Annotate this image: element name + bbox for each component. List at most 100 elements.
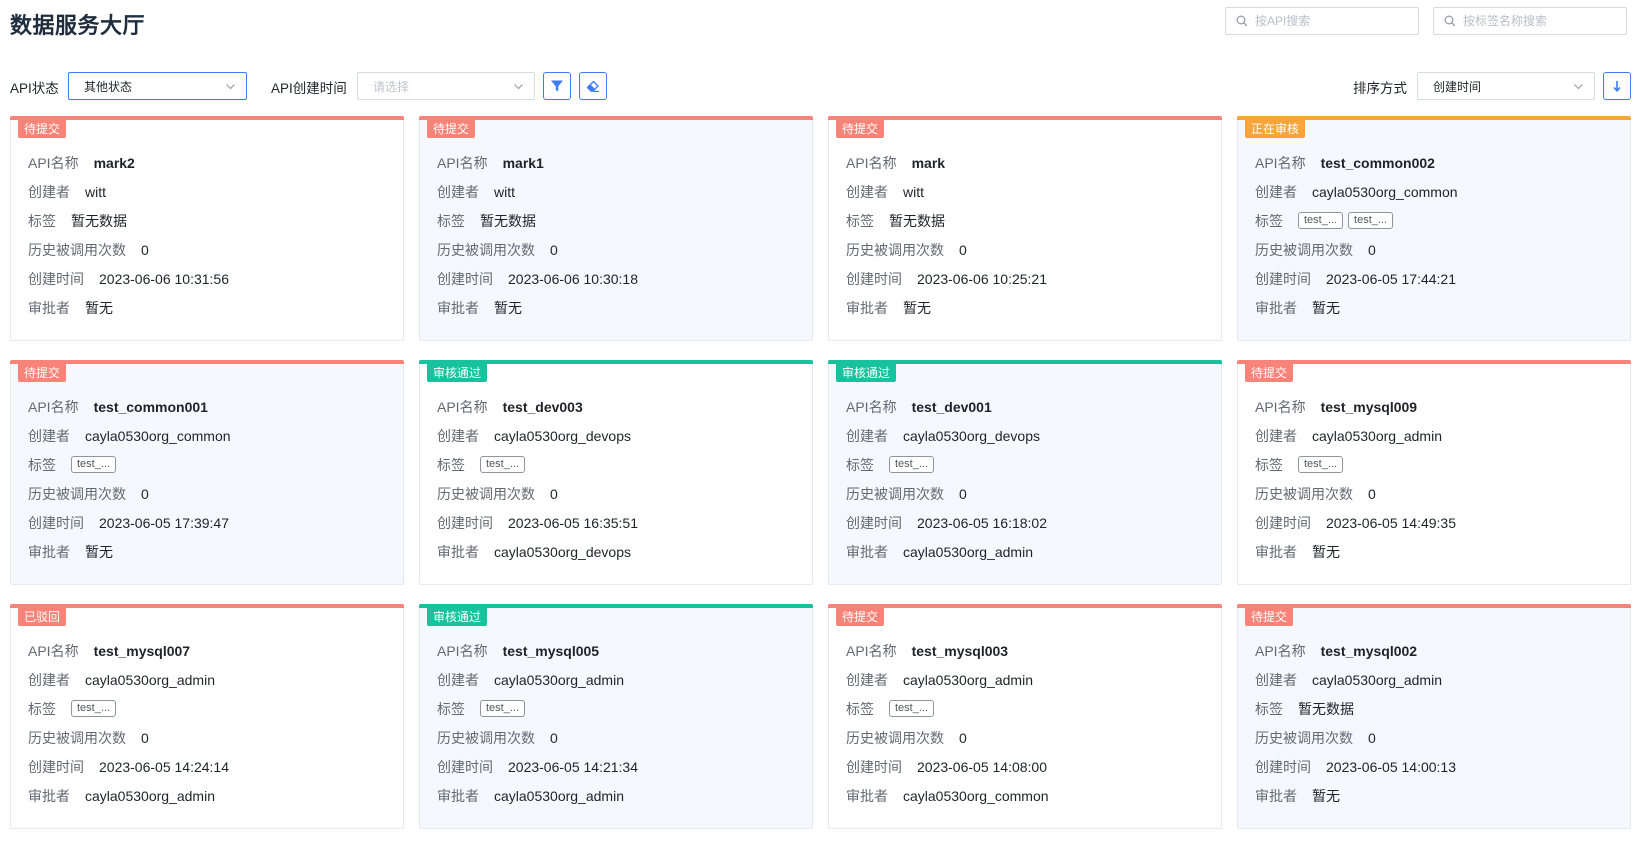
filter-button[interactable]	[543, 72, 571, 100]
search-icon	[1236, 15, 1248, 27]
created-time-label: 创建时间	[846, 758, 902, 775]
approver-value: 暂无	[1312, 543, 1340, 560]
api-name-value: test_common001	[93, 398, 208, 415]
call-count-row: 历史被调用次数 0	[28, 479, 393, 508]
created-time-row: 创建时间 2023-06-06 10:30:18	[437, 264, 802, 293]
status-color-bar	[828, 604, 1222, 608]
card-fields: API名称 test_mysql002 创建者 cayla0530org_admin 标…	[1255, 636, 1620, 810]
approver-row: 审批者 暂无	[437, 293, 802, 322]
creator-row: 创建者 witt	[846, 177, 1211, 206]
call-count-row: 历史被调用次数 0	[1255, 479, 1620, 508]
status-badge: 已驳回	[18, 608, 67, 626]
api-name-row: API名称 test_mysql005	[437, 636, 802, 665]
time-select[interactable]: 请选择	[357, 72, 535, 100]
api-name-label: API名称	[846, 398, 897, 415]
created-time-label: 创建时间	[437, 270, 493, 287]
created-time-row: 创建时间 2023-06-05 16:35:51	[437, 508, 802, 537]
status-color-bar	[419, 116, 813, 120]
api-card[interactable]: 审核通过 API名称 test_dev001 创建者 cayla0530org_devo…	[828, 360, 1222, 585]
api-card[interactable]: 待提交 API名称 mark 创建者 witt 标签 暂无数据 历史被调用次数 0 创建时间 202…	[828, 116, 1222, 341]
api-card[interactable]: 待提交 API名称 mark1 创建者 witt 标签 暂无数据 历史被调用次数 0 创建时间 20…	[419, 116, 813, 341]
search-icon	[1444, 15, 1456, 27]
tags-row: 标签 暂无数据	[437, 206, 802, 235]
api-card[interactable]: 待提交 API名称 test_common001 创建者 cayla0530org_co…	[10, 360, 404, 585]
status-filter-label: API状态	[10, 81, 59, 96]
api-card[interactable]: 待提交 API名称 test_mysql009 创建者 cayla0530org_adm…	[1237, 360, 1631, 585]
call-count-label: 历史被调用次数	[28, 729, 126, 746]
api-name-row: API名称 test_dev001	[846, 392, 1211, 421]
tag-chip[interactable]: test_...	[1298, 456, 1344, 473]
tags-empty-value: 暂无数据	[71, 212, 127, 229]
status-select[interactable]: 其他状态	[68, 72, 247, 100]
api-card[interactable]: 待提交 API名称 test_mysql003 创建者 cayla0530org_adm…	[828, 604, 1222, 829]
api-search-box[interactable]	[1225, 7, 1419, 35]
call-count-value: 0	[141, 729, 149, 746]
api-name-label: API名称	[1255, 642, 1306, 659]
api-card[interactable]: 审核通过 API名称 test_dev003 创建者 cayla0530org_devo…	[419, 360, 813, 585]
approver-label: 审批者	[1255, 787, 1297, 804]
api-card-grid: 待提交 API名称 mark2 创建者 witt 标签 暂无数据 历史被调用次数 0 创建时间 20…	[10, 116, 1632, 829]
api-name-value: test_dev001	[911, 398, 992, 415]
sort-select[interactable]: 创建时间	[1417, 72, 1595, 100]
api-name-row: API名称 test_common001	[28, 392, 393, 421]
tag-chip[interactable]: test_...	[71, 456, 117, 473]
tags-label: 标签	[437, 700, 465, 717]
api-card[interactable]: 已驳回 API名称 test_mysql007 创建者 cayla0530org_adm…	[10, 604, 404, 829]
created-time-row: 创建时间 2023-06-05 14:49:35	[1255, 508, 1620, 537]
approver-value: 暂无	[1312, 787, 1340, 804]
api-name-row: API名称 test_mysql009	[1255, 392, 1620, 421]
tag-chip[interactable]: test_...	[889, 700, 935, 717]
status-badge: 待提交	[836, 608, 885, 626]
tag-chip[interactable]: test_...	[480, 456, 526, 473]
call-count-value: 0	[959, 729, 967, 746]
api-name-value: mark	[911, 154, 946, 171]
approver-label: 审批者	[437, 299, 479, 316]
approver-label: 审批者	[28, 787, 70, 804]
creator-row: 创建者 cayla0530org_devops	[846, 421, 1211, 450]
sort-direction-button[interactable]	[1603, 72, 1631, 100]
call-count-label: 历史被调用次数	[846, 485, 944, 502]
tag-search-input[interactable]	[1463, 14, 1613, 28]
approver-label: 审批者	[1255, 543, 1297, 560]
card-fields: API名称 test_mysql009 创建者 cayla0530org_admin 标…	[1255, 392, 1620, 566]
created-time-value: 2023-06-05 16:35:51	[508, 514, 638, 531]
api-search-input[interactable]	[1255, 14, 1405, 28]
creator-label: 创建者	[437, 427, 479, 444]
approver-row: 审批者 cayla0530org_devops	[437, 537, 802, 566]
created-time-row: 创建时间 2023-06-05 14:21:34	[437, 752, 802, 781]
tags-label: 标签	[1255, 212, 1283, 229]
created-time-row: 创建时间 2023-06-05 14:24:14	[28, 752, 393, 781]
tags-row: 标签 test_...	[28, 450, 393, 479]
tags-row: 标签 test_...	[28, 694, 393, 723]
call-count-value: 0	[1368, 241, 1376, 258]
tag-chip[interactable]: test_...	[889, 456, 935, 473]
tags-label: 标签	[437, 212, 465, 229]
card-fields: API名称 test_dev001 创建者 cayla0530org_devops 标签…	[846, 392, 1211, 566]
clear-filter-button[interactable]	[579, 72, 607, 100]
call-count-row: 历史被调用次数 0	[846, 479, 1211, 508]
approver-label: 审批者	[28, 299, 70, 316]
tag-chip[interactable]: test_...	[480, 700, 526, 717]
api-card[interactable]: 正在审核 API名称 test_common002 创建者 cayla0530org_c…	[1237, 116, 1631, 341]
tag-chip[interactable]: test_...	[1348, 212, 1394, 229]
created-time-row: 创建时间 2023-06-05 17:39:47	[28, 508, 393, 537]
sort-label: 排序方式	[1353, 81, 1407, 96]
status-color-bar	[10, 604, 404, 608]
tags-row: 标签 test_...	[1255, 450, 1620, 479]
created-time-value: 2023-06-05 14:49:35	[1326, 514, 1456, 531]
tag-chip[interactable]: test_...	[1298, 212, 1344, 229]
tag-search-box[interactable]	[1433, 7, 1627, 35]
creator-label: 创建者	[1255, 671, 1297, 688]
call-count-label: 历史被调用次数	[28, 241, 126, 258]
tag-chip[interactable]: test_...	[71, 700, 117, 717]
api-name-value: mark1	[502, 154, 544, 171]
api-card[interactable]: 审核通过 API名称 test_mysql005 创建者 cayla0530org_ad…	[419, 604, 813, 829]
status-badge: 待提交	[1245, 364, 1294, 382]
api-card[interactable]: 待提交 API名称 mark2 创建者 witt 标签 暂无数据 历史被调用次数 0 创建时间 20…	[10, 116, 404, 341]
approver-label: 审批者	[28, 543, 70, 560]
status-color-bar	[10, 360, 404, 364]
api-name-value: mark2	[93, 154, 135, 171]
api-card[interactable]: 待提交 API名称 test_mysql002 创建者 cayla0530org_adm…	[1237, 604, 1631, 829]
approver-value: cayla0530org_admin	[85, 787, 215, 804]
call-count-value: 0	[550, 729, 558, 746]
